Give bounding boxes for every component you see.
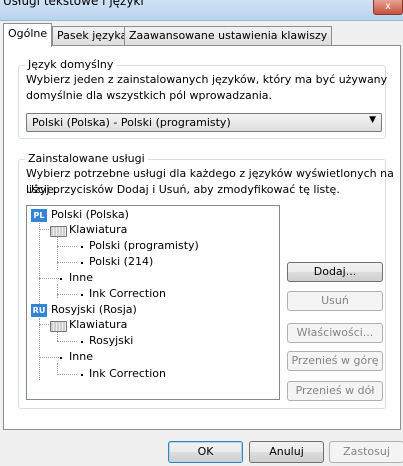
tree-item-ink-correction[interactable]: Ink Correction: [89, 367, 166, 381]
properties-button[interactable]: Właściwości...: [287, 323, 383, 343]
bullet-icon: [81, 262, 83, 264]
tree-item-polish-programmers[interactable]: Polski (programisty): [89, 239, 199, 253]
tree-item-other[interactable]: Inne: [69, 271, 93, 285]
tree-item-keyboard[interactable]: Klawiatura: [69, 223, 127, 237]
tree-connector: [39, 223, 40, 308]
default-language-value: Polski (Polska) - Polski (programisty): [32, 116, 231, 129]
bullet-icon: [60, 278, 62, 280]
title-bar: Usługi tekstowe i języki x: [0, 0, 403, 21]
ok-button[interactable]: OK: [168, 441, 243, 463]
tree-connector: [39, 324, 49, 325]
default-language-title: Język domyślny: [25, 58, 117, 71]
tab-general[interactable]: Ogólne: [3, 23, 53, 47]
tree-connector: [39, 318, 40, 380]
remove-button[interactable]: Usuń: [287, 291, 383, 311]
move-down-button[interactable]: Przenieś w dół: [287, 381, 383, 401]
tree-connector: [57, 341, 77, 342]
bullet-icon: [60, 357, 62, 359]
default-language-description-2: domyślnie dla wszystkich pól wprowadzani…: [26, 89, 273, 102]
tree-item-language-polish[interactable]: Polski (Polska): [51, 208, 129, 222]
keyboard-icon: [50, 321, 67, 332]
tree-item-other[interactable]: Inne: [69, 350, 93, 364]
tree-item-keyboard[interactable]: Klawiatura: [69, 318, 127, 332]
keyboard-icon: [50, 226, 67, 237]
window-title: Usługi tekstowe i języki: [3, 0, 144, 8]
tree-connector: [39, 229, 49, 230]
tree-connector: [57, 331, 58, 341]
bullet-icon: [81, 294, 83, 296]
tree-connector: [57, 236, 58, 270]
tree-connector: [39, 278, 59, 279]
tree-item-ink-correction[interactable]: Ink Correction: [89, 287, 166, 301]
tree-connector: [57, 284, 58, 298]
tab-language-bar[interactable]: Pasek języka: [52, 26, 133, 46]
installed-services-tree[interactable]: PL Polski (Polska) Klawiatura Polski (pr…: [26, 205, 280, 400]
cancel-button[interactable]: Anuluj: [249, 441, 324, 463]
bullet-icon: [81, 341, 83, 343]
apply-button[interactable]: Zastosuj: [329, 441, 403, 463]
tab-advanced-key-settings[interactable]: Zaawansowane ustawienia klawiszy: [124, 26, 333, 46]
default-language-select[interactable]: Polski (Polska) - Polski (programisty) ▼: [26, 113, 382, 132]
chevron-down-icon: ▼: [369, 115, 376, 125]
tree-connector: [57, 246, 77, 247]
bullet-icon: [81, 374, 83, 376]
language-badge-icon: RU: [31, 304, 47, 317]
add-button[interactable]: Dodaj...: [287, 262, 383, 282]
tree-item-language-russian[interactable]: Rosyjski (Rosja): [51, 303, 137, 317]
language-badge-icon: PL: [31, 209, 47, 222]
installed-services-title: Zainstalowane usługi: [25, 152, 148, 165]
tree-connector: [57, 294, 77, 295]
tree-connector: [39, 357, 59, 358]
tree-connector: [57, 374, 77, 375]
close-button[interactable]: x: [373, 0, 403, 15]
bullet-icon: [81, 246, 83, 248]
default-language-description-1: Wybierz jeden z zainstalowanych języków,…: [26, 73, 388, 86]
installed-services-description-2: Użyj przycisków Dodaj i Usuń, aby zmodyf…: [26, 183, 340, 196]
move-up-button[interactable]: Przenieś w górę: [287, 351, 383, 371]
tree-connector: [57, 262, 77, 263]
tree-item-russian[interactable]: Rosyjski: [89, 334, 133, 348]
tree-item-polish-214[interactable]: Polski (214): [89, 255, 153, 269]
